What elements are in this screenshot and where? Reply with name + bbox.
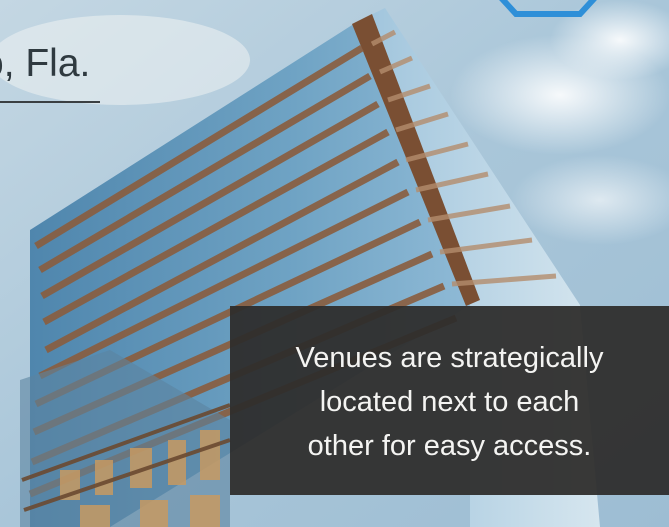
caption-line-1: Venues are strategically (295, 342, 604, 374)
hexagon-logo-icon (499, 0, 597, 17)
title-underline (0, 101, 100, 103)
location-title: o, Fla. (0, 42, 91, 85)
caption-box: Venues are strategically located next to… (230, 306, 669, 495)
caption-line-2: located next to each (319, 386, 580, 418)
caption-line-3: other for easy access. (307, 430, 592, 462)
